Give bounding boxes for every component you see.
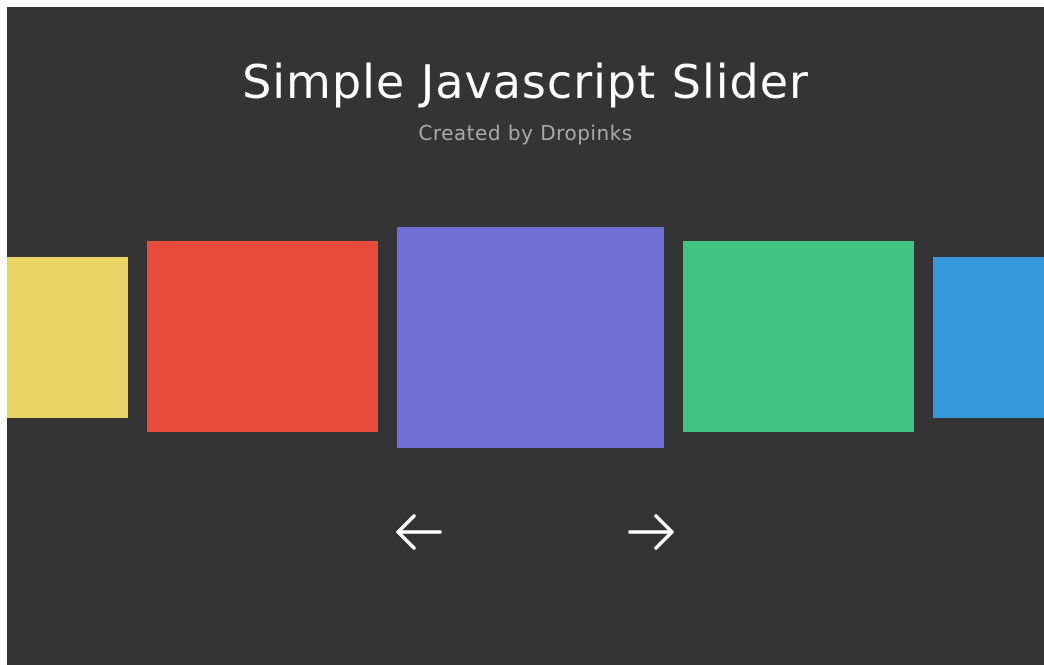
slide-4[interactable] xyxy=(683,241,914,432)
arrow-left-icon xyxy=(396,514,442,550)
arrow-right-icon xyxy=(628,514,674,550)
prev-button[interactable] xyxy=(390,510,446,554)
slide-1[interactable] xyxy=(7,257,128,418)
next-button[interactable] xyxy=(624,510,680,554)
slider-stage: Simple Javascript Slider Created by Drop… xyxy=(7,7,1044,665)
slide-5[interactable] xyxy=(933,257,1044,418)
slide-3-active[interactable] xyxy=(397,227,664,448)
page-subtitle: Created by Dropinks xyxy=(418,121,633,145)
page-title: Simple Javascript Slider xyxy=(242,55,809,109)
slide-2[interactable] xyxy=(147,241,378,432)
